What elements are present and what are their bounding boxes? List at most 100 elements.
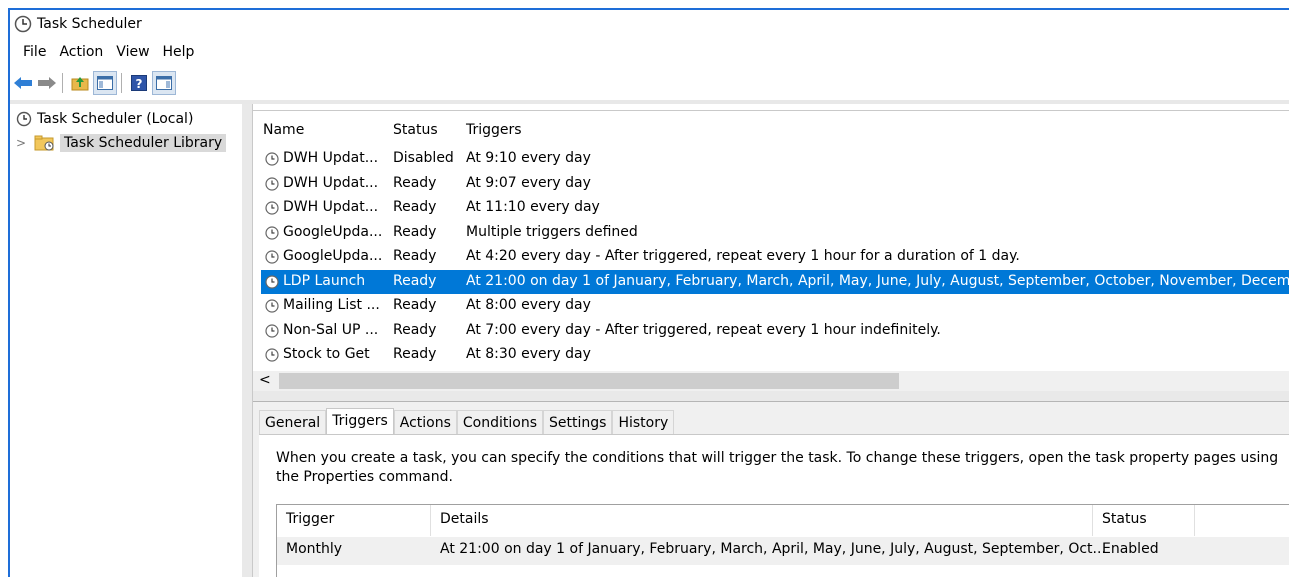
column-separator (1092, 505, 1093, 536)
task-status: Ready (393, 223, 437, 240)
task-clock-icon (265, 225, 279, 240)
show-hide-console-tree-icon[interactable] (93, 71, 117, 95)
menu-bar: File Action View Help (10, 40, 1289, 64)
table-row[interactable]: Non-Sal UP ... Ready At 7:00 every day - A… (261, 319, 1289, 343)
scrollbar-thumb[interactable] (279, 373, 899, 389)
table-row[interactable]: GoogleUpda... Ready At 4:20 every day - Af… (261, 245, 1289, 269)
column-status[interactable]: Status (393, 122, 438, 138)
folder-clock-icon (34, 135, 54, 151)
task-clock-icon (265, 323, 279, 338)
task-triggers: At 9:10 every day (466, 150, 591, 166)
tab-strip: General Triggers Actions Conditions Sett… (259, 408, 675, 435)
column-separator (1194, 505, 1195, 536)
task-clock-icon (265, 299, 279, 313)
tab-settings[interactable]: Settings (543, 410, 613, 435)
forward-arrow-icon[interactable] (36, 72, 58, 94)
column-separator (430, 505, 431, 536)
table-row[interactable]: DWH Updat... Ready At 9:07 every day (261, 172, 1289, 196)
task-triggers: At 7:00 every day - After triggered, rep… (466, 321, 941, 338)
trigger-type: Monthly (286, 541, 343, 557)
task-name: Mailing List ... (283, 297, 380, 313)
detail-pane: General Triggers Actions Conditions Sett… (253, 402, 1289, 577)
up-folder-icon[interactable] (69, 72, 91, 94)
scroll-left-arrow[interactable]: < (259, 372, 271, 388)
svg-text:?: ? (136, 77, 143, 91)
help-icon[interactable]: ? (128, 72, 150, 94)
toolbar: ? (10, 68, 1289, 98)
clock-icon (14, 15, 32, 33)
task-name: Non-Sal UP ... (283, 321, 379, 338)
tree-item-label: Task Scheduler (Local) (37, 111, 194, 127)
task-status: Ready (393, 297, 437, 313)
triggers-description: When you create a task, you can specify … (276, 450, 1279, 485)
task-triggers: At 8:30 every day (466, 346, 591, 362)
tab-actions[interactable]: Actions (393, 410, 457, 435)
task-triggers: At 11:10 every day (466, 199, 600, 215)
pane-splitter-horizontal[interactable] (253, 391, 1289, 402)
task-status: Ready (393, 272, 437, 289)
column-name[interactable]: Name (263, 122, 304, 138)
tree-item-label: Task Scheduler Library (60, 134, 227, 152)
task-status: Ready (393, 321, 437, 338)
task-clock-icon (265, 250, 279, 264)
tree-item-task-scheduler-library[interactable]: > Task Scheduler Library (16, 132, 227, 154)
toolbar-separator (62, 73, 63, 93)
menu-help[interactable]: Help (163, 44, 195, 60)
table-row[interactable]: Mailing List ... Ready At 8:00 every day (261, 294, 1289, 318)
column-trigger[interactable]: Trigger (286, 511, 334, 527)
title-bar: Task Scheduler (10, 10, 1289, 38)
console-tree: Task Scheduler (Local) > Task Scheduler … (10, 104, 243, 577)
task-status: Ready (393, 346, 437, 362)
task-name: DWH Updat... (283, 174, 379, 191)
pane-splitter[interactable] (242, 104, 253, 577)
task-status: Disabled (393, 150, 454, 166)
task-triggers: At 8:00 every day (466, 297, 591, 313)
task-name: GoogleUpda... (283, 248, 383, 264)
task-triggers: At 4:20 every day - After triggered, rep… (466, 248, 1020, 264)
toolbar-separator (121, 73, 122, 93)
task-triggers: At 9:07 every day (466, 174, 591, 191)
trigger-status: Enabled (1102, 541, 1159, 557)
task-name: GoogleUpda... (283, 223, 383, 240)
task-clock-icon (265, 152, 279, 166)
tree-item-task-scheduler-local[interactable]: Task Scheduler (Local) (16, 108, 193, 130)
list-header: Name Status Triggers (253, 119, 1289, 143)
table-row[interactable]: LDP Launch Ready At 21:00 on day 1 of Janu… (261, 269, 1289, 294)
task-status: Ready (393, 248, 437, 264)
column-triggers[interactable]: Triggers (466, 122, 522, 138)
menu-file[interactable]: File (23, 44, 46, 60)
task-clock-icon (265, 176, 279, 191)
show-hide-action-pane-icon[interactable] (152, 71, 176, 95)
task-list: Name Status Triggers DWH Updat... Disable… (253, 110, 1289, 399)
table-row[interactable]: Monthly At 21:00 on day 1 of January, Fe… (277, 537, 1289, 565)
triggers-panel: When you create a task, you can specify … (259, 434, 1289, 577)
task-name: Stock to Get (283, 346, 370, 362)
task-status: Ready (393, 174, 437, 191)
column-details[interactable]: Details (440, 511, 489, 527)
trigger-details: At 21:00 on day 1 of January, February, … (440, 541, 1106, 557)
tab-triggers[interactable]: Triggers (326, 408, 394, 435)
task-scheduler-window: Task Scheduler File Action View Help ? T… (0, 0, 1289, 577)
task-name: LDP Launch (283, 272, 366, 289)
clock-icon (16, 111, 32, 127)
table-row[interactable]: DWH Updat... Ready At 11:10 every day (261, 196, 1289, 220)
expander-icon[interactable]: > (16, 136, 30, 150)
task-name: DWH Updat... (283, 150, 379, 166)
tab-general[interactable]: General (259, 410, 327, 435)
back-arrow-icon[interactable] (12, 72, 34, 94)
menu-view[interactable]: View (116, 44, 149, 60)
task-status: Ready (393, 199, 437, 215)
menu-action[interactable]: Action (59, 44, 103, 60)
task-triggers: Multiple triggers defined (466, 223, 638, 240)
table-row[interactable]: DWH Updat... Disabled At 9:10 every day (261, 147, 1289, 171)
task-triggers: At 21:00 on day 1 of January, February, … (466, 272, 1289, 289)
table-row[interactable]: GoogleUpda... Ready Multiple triggers defi… (261, 221, 1289, 245)
task-clock-icon (265, 274, 279, 289)
column-status[interactable]: Status (1102, 511, 1147, 527)
tab-conditions[interactable]: Conditions (456, 410, 544, 435)
window-title: Task Scheduler (37, 16, 142, 32)
task-clock-icon (265, 201, 279, 215)
horizontal-scrollbar[interactable]: < (253, 371, 1289, 391)
tab-history[interactable]: History (612, 410, 675, 435)
table-row[interactable]: Stock to Get Ready At 8:30 every day (261, 343, 1289, 367)
